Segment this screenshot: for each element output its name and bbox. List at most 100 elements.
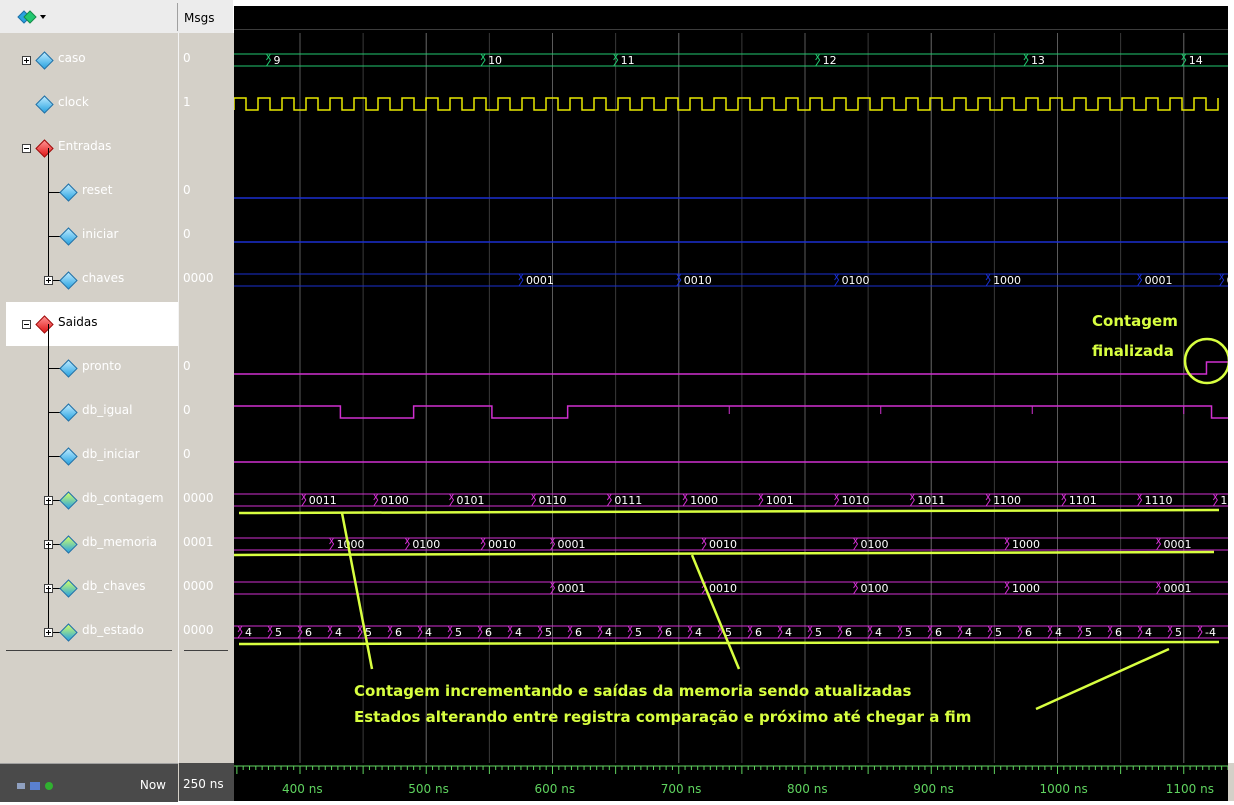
signal-row-clock[interactable]: clock 1 xyxy=(0,82,233,126)
db-contagem-transition xyxy=(1137,493,1143,507)
signal-name-cell[interactable]: clock xyxy=(6,82,178,126)
db-estado-value: 4 xyxy=(245,626,252,639)
db-contagem-value: 1111 xyxy=(1220,494,1228,507)
db-chaves-value: 0001 xyxy=(558,582,586,595)
db-contagem-value: 1010 xyxy=(842,494,870,507)
signal-name-cell[interactable]: caso xyxy=(6,38,178,82)
db-contagem-value: 1110 xyxy=(1145,494,1173,507)
annotation-pointer xyxy=(340,512,374,670)
db-chaves-value: 0100 xyxy=(861,582,889,595)
ruler-label: 400 ns xyxy=(282,782,323,796)
signal-name-cell[interactable]: reset xyxy=(6,148,178,214)
wave-header: Msgs xyxy=(0,0,233,34)
db-estado-value: 6 xyxy=(1115,626,1122,639)
wave-top-bar xyxy=(234,0,1228,33)
signal-name: pronto xyxy=(82,359,122,373)
signal-row-caso[interactable]: caso 0 xyxy=(0,38,233,82)
db-estado-transition xyxy=(867,625,873,639)
signal-name-cell[interactable]: chaves xyxy=(6,236,178,302)
tree-line xyxy=(48,588,49,632)
expand-icon[interactable] xyxy=(44,628,53,637)
signal-name: caso xyxy=(58,51,86,65)
signal-name-cell[interactable]: db_chaves xyxy=(6,544,178,610)
signal-row-db_chaves[interactable]: db_chaves 0000 xyxy=(0,544,233,610)
db-contagem-value: 0100 xyxy=(381,494,409,507)
chaves-value: 0001 xyxy=(1145,274,1173,287)
time-ruler[interactable]: 400 ns 500 ns 600 ns 700 ns 800 ns 900 ns 1000… xyxy=(234,763,1229,801)
signal-name-cell[interactable]: db_memoria xyxy=(6,500,178,566)
db-memoria-value: 1000 xyxy=(1012,538,1040,551)
db-memoria-transition xyxy=(701,537,707,551)
signal-value: 0001 xyxy=(183,535,214,549)
signal-row-saidas[interactable]: Saidas xyxy=(0,302,233,346)
db-estado-value: 4 xyxy=(875,626,882,639)
ruler-label: 1100 ns xyxy=(1166,782,1214,796)
db-contagem-transition xyxy=(985,493,991,507)
signal-row-iniciar[interactable]: iniciar 0 xyxy=(0,192,233,258)
db-estado-transition xyxy=(1107,625,1113,639)
signal-row-pronto[interactable]: pronto 0 xyxy=(0,324,233,390)
signal-name-cell[interactable]: iniciar xyxy=(6,192,178,258)
signal-row-entradas[interactable]: Entradas xyxy=(0,126,233,170)
db-contagem-transition xyxy=(531,493,537,507)
annotation-pointer xyxy=(1035,647,1170,711)
status-bar: Now 250 ns 400 ns 500 ns 600 ns 700 ns 800 n… xyxy=(0,763,1234,802)
blue-diamond-icon xyxy=(35,95,54,114)
db-contagem-transition xyxy=(373,493,379,507)
signal-name-cell[interactable]: db_contagem xyxy=(6,456,178,522)
signal-name-cell[interactable]: db_iniciar xyxy=(6,412,178,478)
chaves-value: 0010 xyxy=(1227,274,1228,287)
db-estado-value: 6 xyxy=(1025,626,1032,639)
signal-row-db_igual[interactable]: db_igual 0 xyxy=(0,368,233,434)
blue-diamond-icon xyxy=(59,183,78,202)
signal-name-cell[interactable]: db_igual xyxy=(6,368,178,434)
signal-row-reset[interactable]: reset 0 xyxy=(0,148,233,214)
tree-line xyxy=(48,236,49,280)
signal-row-db_contagem[interactable]: db_contagem 0000 xyxy=(0,456,233,522)
caso-value: 11 xyxy=(621,54,635,67)
db-contagem-value: 0011 xyxy=(309,494,337,507)
db-estado-value: 6 xyxy=(665,626,672,639)
signal-row-db_estado[interactable]: db_estado 0000 xyxy=(0,588,233,654)
chaves-transition xyxy=(1137,273,1143,287)
expand-icon[interactable] xyxy=(44,276,53,285)
db-chaves-transition xyxy=(1156,581,1162,595)
waveform-panel[interactable]: 9101112131415000100100100100000010010001… xyxy=(228,33,1234,763)
status-icons[interactable] xyxy=(16,781,64,791)
wave-tool-icon[interactable] xyxy=(16,9,46,25)
signal-name-cell[interactable]: Saidas xyxy=(6,302,178,346)
db-estado-transition xyxy=(1197,625,1203,639)
signal-name-cell[interactable]: Entradas xyxy=(6,126,178,170)
db-estado-value: 6 xyxy=(485,626,492,639)
db-memoria-value: 0001 xyxy=(1164,538,1192,551)
annotation-text: Estados alterando entre registra compara… xyxy=(354,708,971,726)
db-estado-transition xyxy=(1017,625,1023,639)
waveform-canvas[interactable]: 9101112131415000100100100100000010010001… xyxy=(228,33,1234,763)
signal-row-db_memoria[interactable]: db_memoria 0001 xyxy=(0,500,233,566)
db-estado-transition xyxy=(507,625,513,639)
collapse-icon[interactable] xyxy=(22,320,31,329)
db-estado-transition xyxy=(957,625,963,639)
signal-name-cell[interactable]: pronto xyxy=(6,324,178,390)
db-contagem-value: 0101 xyxy=(457,494,485,507)
now-label-cell: Now xyxy=(0,763,178,802)
signal-value: 0000 xyxy=(183,623,214,637)
signal-name-cell[interactable]: db_estado xyxy=(6,588,178,654)
db-contagem-value: 0110 xyxy=(539,494,567,507)
collapse-icon[interactable] xyxy=(22,144,31,153)
db-estado-transition xyxy=(1047,625,1053,639)
signal-row-db_iniciar[interactable]: db_iniciar 0 xyxy=(0,412,233,478)
blue-diamond-icon xyxy=(35,51,54,70)
db-estado-value: 5 xyxy=(275,626,282,639)
db-chaves-value: 1000 xyxy=(1012,582,1040,595)
db-estado-value: -4 xyxy=(1205,626,1216,639)
db-estado-value: 5 xyxy=(545,626,552,639)
db-estado-value: 4 xyxy=(785,626,792,639)
blue-diamond-icon xyxy=(59,227,78,246)
db-memoria-value: 0100 xyxy=(412,538,440,551)
expand-icon[interactable] xyxy=(22,56,31,65)
db-contagem-value: 1001 xyxy=(766,494,794,507)
signal-row-chaves[interactable]: chaves 0000 xyxy=(0,236,233,302)
blue-diamond-icon xyxy=(59,271,78,290)
blue-diamond-icon xyxy=(59,447,78,466)
